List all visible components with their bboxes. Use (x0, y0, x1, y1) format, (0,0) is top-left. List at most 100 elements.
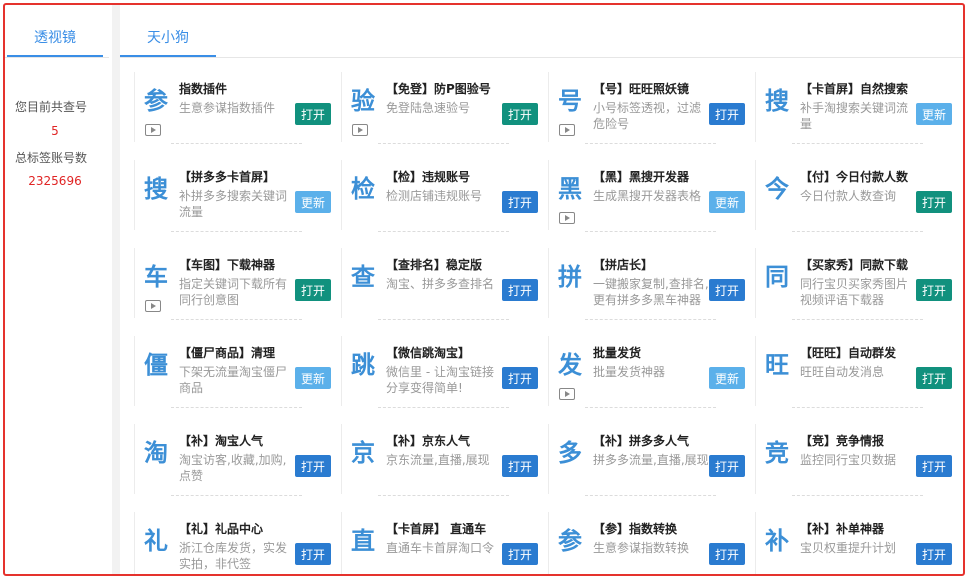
tool-title: 【买家秀】同款下载 (800, 258, 909, 272)
update-button[interactable]: 更新 (295, 191, 331, 213)
update-button[interactable]: 更新 (295, 367, 331, 389)
open-button[interactable]: 打开 (916, 455, 952, 477)
tool-card[interactable]: 补【补】补单神器 宝贝权重提升计划 打开 (755, 512, 955, 574)
tool-description: 批量发货神器 (593, 365, 666, 379)
tool-card[interactable]: 直【卡首屏】 直通车 直通车卡首屏淘口令 打开 (341, 512, 541, 574)
tool-card[interactable]: 黑【黑】黑搜开发器 生成黑搜开发器表格 更新 (548, 160, 748, 232)
tool-glyph-icon: 补 (765, 527, 789, 555)
open-button[interactable]: 打开 (916, 191, 952, 213)
video-play-icon[interactable] (559, 388, 575, 400)
tool-card[interactable]: 参【参】指数转换 生意参谋指数转换 打开 (548, 512, 748, 574)
tool-card[interactable]: 搜【拼多多卡首屏】 补拼多多搜索关键词流量 更新 (134, 160, 334, 232)
open-button[interactable]: 打开 (502, 103, 538, 125)
tool-card[interactable]: 检【检】违规账号 检测店铺违规账号 打开 (341, 160, 541, 232)
tool-glyph-icon: 搜 (144, 175, 168, 203)
tool-glyph-icon: 黑 (558, 175, 582, 203)
tool-title: 【卡首屏】 直通车 (386, 522, 487, 536)
tool-glyph-icon: 多 (558, 439, 582, 467)
open-button[interactable]: 打开 (709, 455, 745, 477)
tool-card[interactable]: 旺【旺旺】自动群发 旺旺自动发消息 打开 (755, 336, 955, 408)
video-play-icon[interactable] (145, 300, 161, 312)
tool-card[interactable]: 验【免登】防P图验号 免登陆急速验号 打开 (341, 72, 541, 144)
tool-description: 微信里 - 让淘宝链接分享变得简单! (386, 365, 494, 395)
video-play-icon[interactable] (559, 124, 575, 136)
open-button[interactable]: 打开 (916, 367, 952, 389)
main-panel: 天小狗 参指数插件 生意参谋指数插件 打开验【免登】防P图验号 免登陆急速验号 打开号【… (120, 5, 963, 574)
tool-card[interactable]: 发批量发货 批量发货神器 更新 (548, 336, 748, 408)
open-button[interactable]: 打开 (502, 367, 538, 389)
tool-card[interactable]: 搜【卡首屏】自然搜索补手淘搜索关键词流量 更新 (755, 72, 955, 144)
tool-card[interactable]: 车【车图】下载神器 指定关键词下载所有同行创意图 打开 (134, 248, 334, 320)
update-button[interactable]: 更新 (916, 103, 952, 125)
open-button[interactable]: 打开 (502, 543, 538, 565)
query-count-label: 您目前共查号 (15, 100, 88, 114)
video-play-icon[interactable] (352, 124, 368, 136)
tool-card[interactable]: 僵【僵尸商品】清理 下架无流量淘宝僵尸商品 更新 (134, 336, 334, 408)
open-button[interactable]: 打开 (502, 455, 538, 477)
total-count-value: 2325696 (28, 174, 82, 188)
tool-title: 指数插件 (179, 82, 228, 96)
tool-description: 免登陆急速验号 (386, 101, 471, 115)
open-button[interactable]: 打开 (295, 103, 331, 125)
tool-card[interactable]: 号【号】旺旺照妖镜小号标签透视，过滤危险号 打开 (548, 72, 748, 144)
update-button[interactable]: 更新 (709, 367, 745, 389)
open-button[interactable]: 打开 (295, 455, 331, 477)
open-button[interactable]: 打开 (502, 191, 538, 213)
tool-card[interactable]: 拼【拼店长】一键搬家复制,查排名,更有拼多多黑车神器 打开 (548, 248, 748, 320)
tool-title: 【付】今日付款人数 (800, 170, 909, 184)
tool-description: 小号标签透视，过滤危险号 (593, 101, 702, 131)
tool-glyph-icon: 号 (558, 87, 582, 115)
open-button[interactable]: 打开 (709, 279, 745, 301)
tool-title: 【号】旺旺照妖镜 (593, 82, 690, 96)
tool-card[interactable]: 查【查排名】稳定版 淘宝、拼多多查排名 打开 (341, 248, 541, 320)
update-button[interactable]: 更新 (709, 191, 745, 213)
open-button[interactable]: 打开 (916, 279, 952, 301)
tab-divider (5, 57, 109, 58)
tool-card[interactable]: 参指数插件 生意参谋指数插件 打开 (134, 72, 334, 144)
tool-glyph-icon: 搜 (765, 87, 789, 115)
tool-card[interactable]: 跳【微信跳淘宝】 微信里 - 让淘宝链接分享变得简单! 打开 (341, 336, 541, 408)
tab-tianxiaogou[interactable]: 天小狗 (120, 23, 216, 57)
tool-title: 【检】违规账号 (386, 170, 471, 184)
video-play-icon[interactable] (559, 212, 575, 224)
tool-title: 【补】淘宝人气 (179, 434, 264, 448)
tool-description: 直通车卡首屏淘口令 (386, 541, 495, 555)
tool-title: 【黑】黑搜开发器 (593, 170, 690, 184)
tool-card[interactable]: 淘【补】淘宝人气 淘宝访客,收藏,加购,点赞 打开 (134, 424, 334, 496)
app-frame: 透视镜 您目前共查号 5 总标签账号数 2325696 天小狗 参指数插件 生意参… (3, 3, 965, 576)
tool-glyph-icon: 旺 (765, 351, 789, 379)
open-button[interactable]: 打开 (295, 543, 331, 565)
tool-description: 旺旺自动发消息 (800, 365, 885, 379)
open-button[interactable]: 打开 (295, 279, 331, 301)
open-button[interactable]: 打开 (916, 543, 952, 565)
tool-title: 【竞】竞争情报 (800, 434, 885, 448)
tab-perspective-mirror[interactable]: 透视镜 (7, 23, 103, 57)
video-play-icon[interactable] (145, 124, 161, 136)
tool-description: 今日付款人数查询 (800, 189, 897, 203)
panel-divider (112, 5, 120, 574)
tool-card[interactable]: 礼【礼】礼品中心 浙江仓库发货，实发实拍，非代签 打开 (134, 512, 334, 574)
tool-description: 一键搬家复制,查排名,更有拼多多黑车神器 (593, 277, 709, 307)
tool-card[interactable]: 今【付】今日付款人数 今日付款人数查询 打开 (755, 160, 955, 232)
tool-title: 【补】拼多多人气 (593, 434, 690, 448)
left-panel: 透视镜 您目前共查号 5 总标签账号数 2325696 (5, 5, 109, 574)
tool-description: 淘宝、拼多多查排名 (386, 277, 495, 291)
tool-description: 拼多多流量,直播,展现 (593, 453, 709, 467)
open-button[interactable]: 打开 (709, 543, 745, 565)
open-button[interactable]: 打开 (709, 103, 745, 125)
tool-title: 【拼店长】 (593, 258, 654, 272)
open-button[interactable]: 打开 (502, 279, 538, 301)
tool-card[interactable]: 多【补】拼多多人气拼多多流量,直播,展现 打开 (548, 424, 748, 496)
tool-title: 【卡首屏】自然搜索 (800, 82, 909, 96)
tool-description: 检测店铺违规账号 (386, 189, 483, 203)
tool-card[interactable]: 竞【竞】竞争情报 监控同行宝贝数据 打开 (755, 424, 955, 496)
tool-card[interactable]: 京【补】京东人气 京东流量,直播,展现 打开 (341, 424, 541, 496)
tool-title: 【补】京东人气 (386, 434, 471, 448)
tool-glyph-icon: 京 (351, 439, 375, 467)
tool-card[interactable]: 同【买家秀】同款下载 同行宝贝买家秀图片视频评语下载器 打开 (755, 248, 955, 320)
tool-title: 【车图】下载神器 (179, 258, 276, 272)
tool-title: 【僵尸商品】清理 (179, 346, 276, 360)
tool-description: 补手淘搜索关键词流量 (800, 101, 909, 131)
tool-glyph-icon: 拼 (558, 263, 582, 291)
tool-title: 【查排名】稳定版 (386, 258, 483, 272)
